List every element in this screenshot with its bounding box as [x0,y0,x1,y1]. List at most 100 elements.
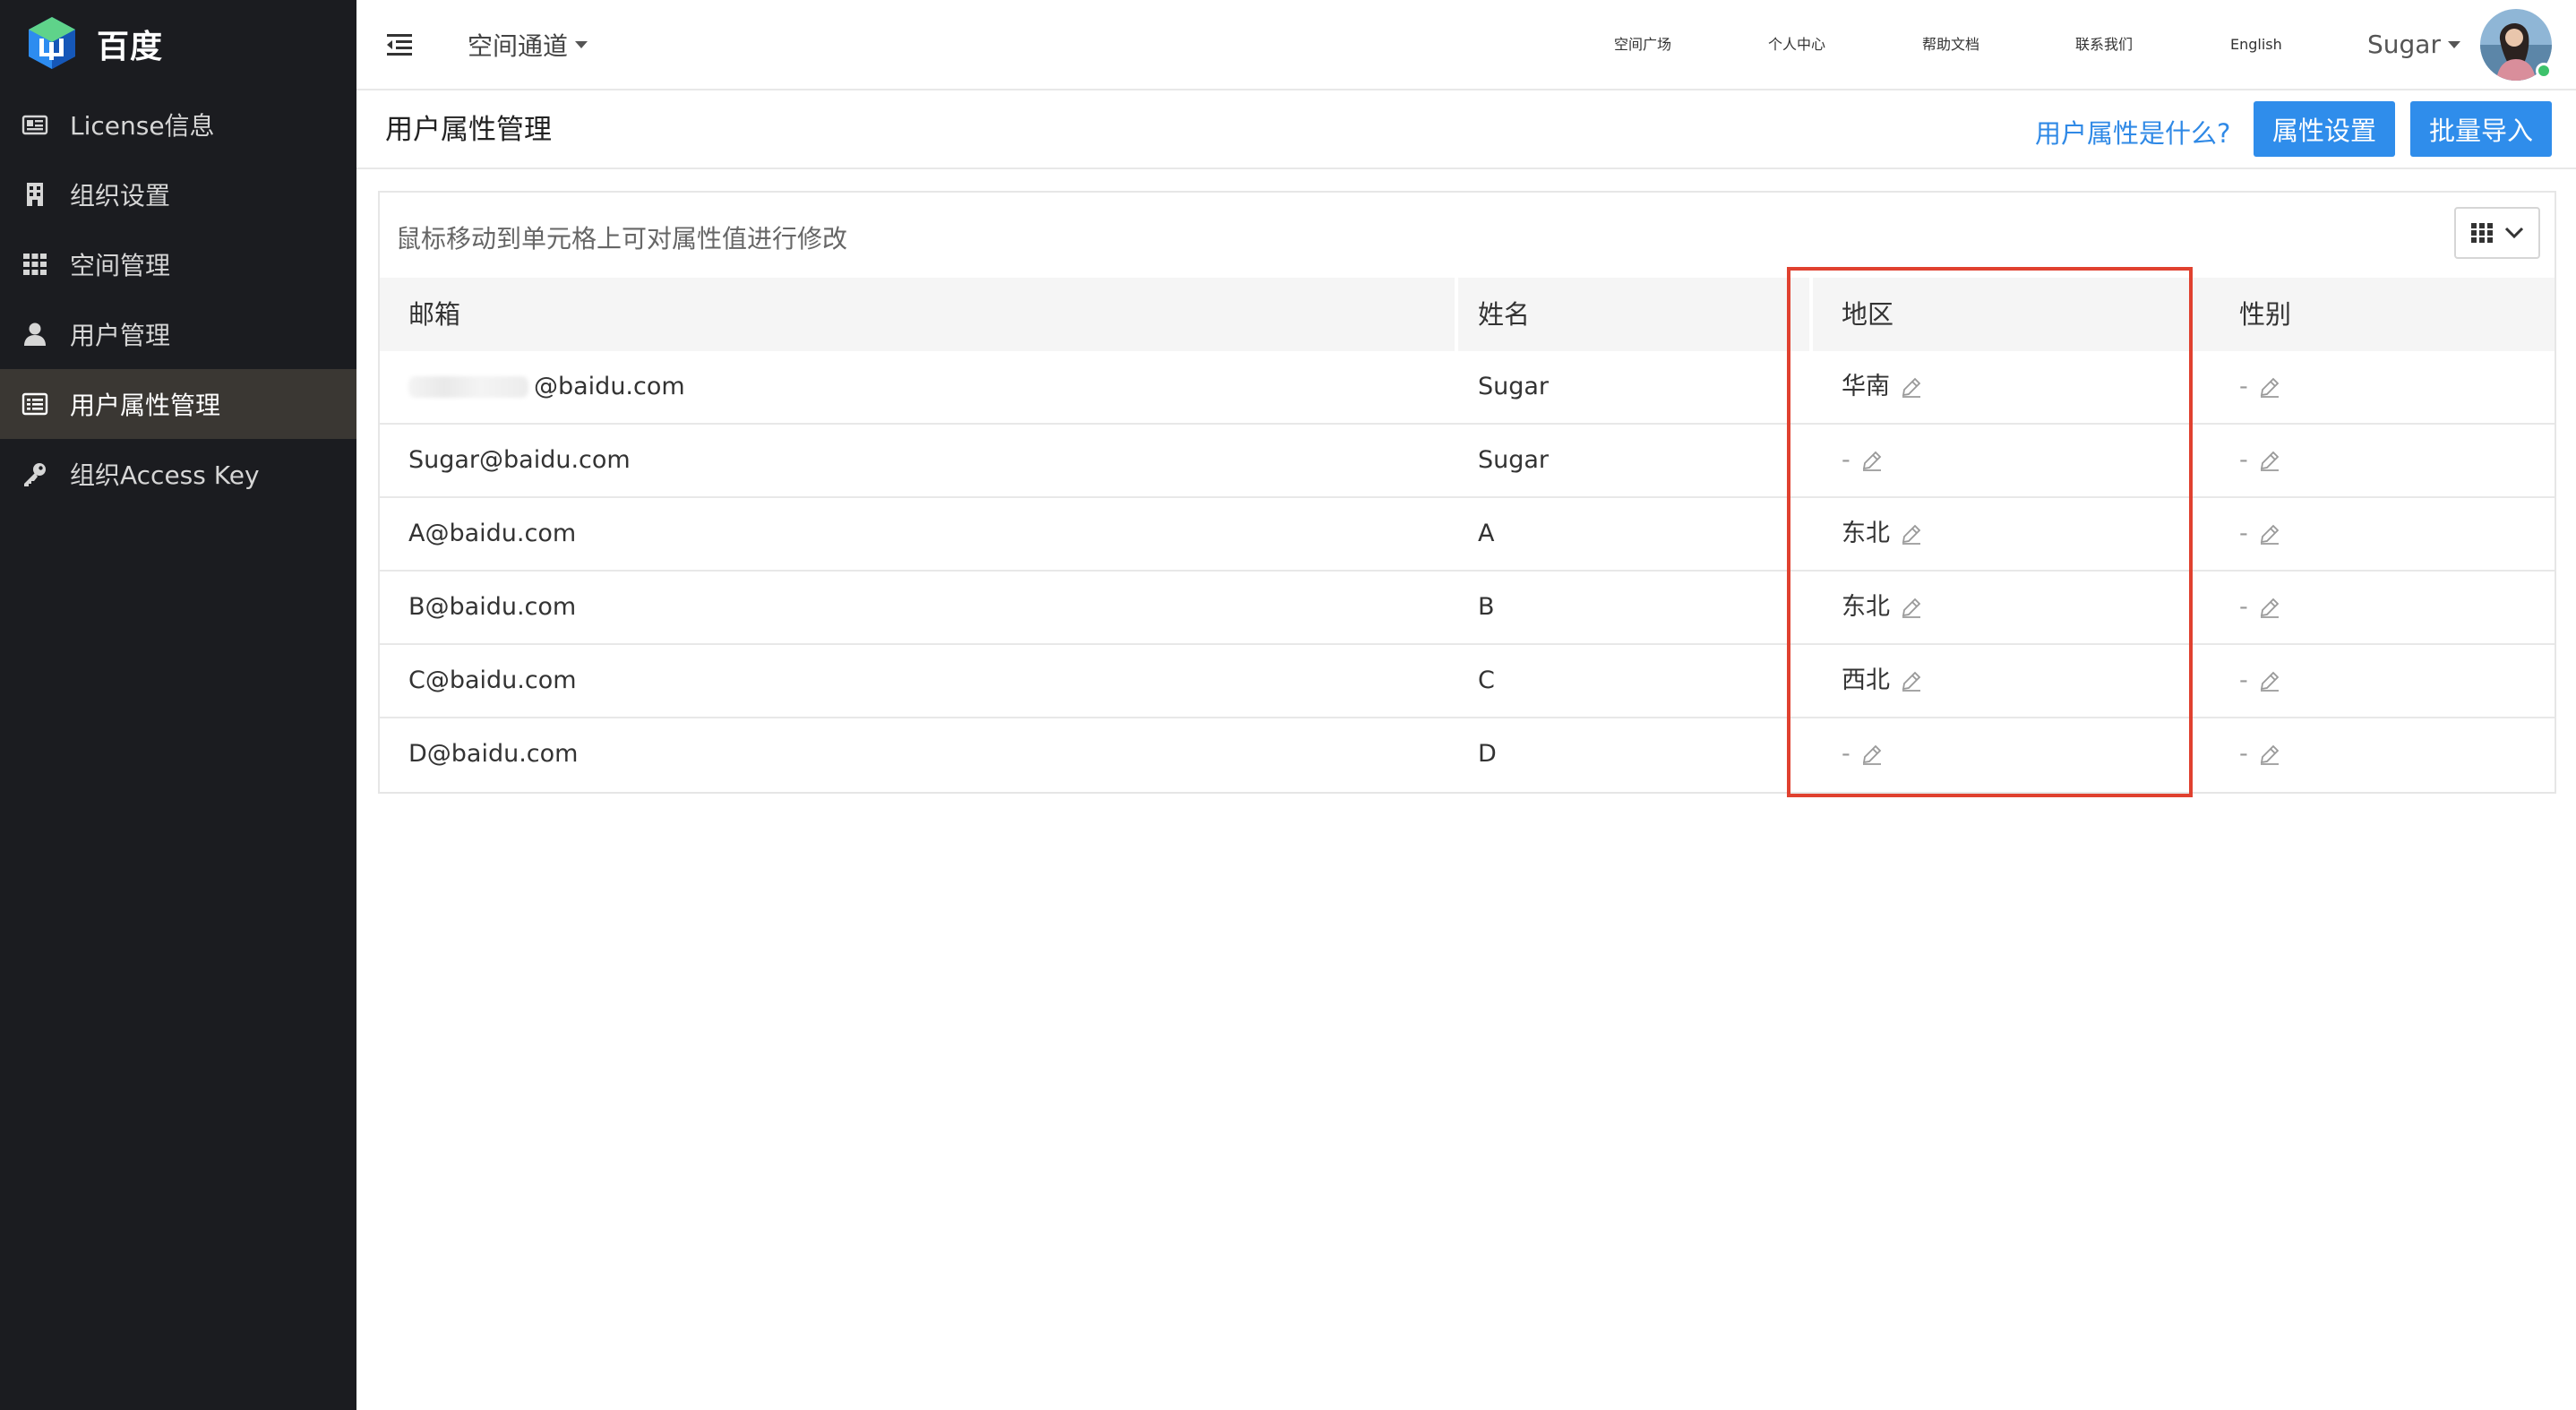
online-status-dot [2536,63,2552,79]
column-header-name[interactable]: 姓名 [1449,278,1782,351]
gender-value: - [2239,520,2248,547]
cell-name: Sugar [1478,446,1550,474]
sidebar-item-license[interactable]: License信息 [0,90,356,159]
cell-region[interactable]: - [1813,425,1885,496]
region-value: 西北 [1842,666,1890,694]
column-header-gender[interactable]: 性别 [2211,278,2555,351]
edit-pencil-icon[interactable] [2257,595,2282,620]
attribute-settings-button[interactable]: 属性设置 [2254,101,2395,157]
sidebar-item-user-management[interactable]: 用户管理 [0,299,356,369]
nav-contact-us[interactable]: 联系我们 [2075,27,2133,63]
brand-name: 百度 [97,29,164,65]
gender-value: - [2239,373,2248,400]
edit-pencil-icon[interactable] [2257,521,2282,546]
sidebar-item-org-settings[interactable]: 组织设置 [0,159,356,229]
edit-pencil-icon[interactable] [2257,742,2282,767]
edit-pencil-icon[interactable] [1859,742,1885,767]
cell-gender[interactable]: - [2211,351,2282,423]
sidebar-item-user-attributes[interactable]: 用户属性管理 [0,369,356,439]
edit-pencil-icon[interactable] [2257,668,2282,693]
key-icon [21,460,48,487]
cell-region[interactable]: 东北 [1813,572,1924,643]
edit-pencil-icon[interactable] [1899,595,1924,620]
user-menu-dropdown[interactable]: Sugar [2367,27,2460,63]
collapse-sidebar-icon[interactable] [383,29,416,61]
chevron-down-icon [2504,227,2524,239]
column-header-email[interactable]: 邮箱 [380,278,1455,351]
cell-region[interactable]: - [1813,718,1885,790]
caret-down-icon [2447,41,2460,48]
edit-pencil-icon[interactable] [1899,374,1924,400]
sidebar-item-label: License信息 [70,111,215,141]
column-toggle-button[interactable] [2454,207,2540,259]
page-header: 用户属性管理 用户属性是什么? 属性设置 批量导入 [356,92,2576,169]
region-value: 东北 [1842,593,1890,621]
user-name: Sugar [2367,30,2441,59]
cell-email: B@baidu.com [408,593,577,621]
table-row: D@baidu.com D - - [380,718,2555,792]
sidebar-item-space-management[interactable]: 空间管理 [0,229,356,299]
nav-language-english[interactable]: English [2230,27,2282,63]
cell-email: A@baidu.com [408,520,577,547]
table-row: Sugar@baidu.com Sugar - - [380,425,2555,498]
edit-pencil-icon[interactable] [2257,374,2282,400]
gender-value: - [2239,593,2248,621]
cell-region[interactable]: 华南 [1813,351,1924,423]
region-value: 东北 [1842,520,1890,547]
grid-icon [21,251,48,278]
edit-pencil-icon[interactable] [2257,448,2282,473]
region-value: - [1842,446,1850,474]
gender-value: - [2239,666,2248,694]
cell-email: D@baidu.com [408,740,579,768]
top-header: 空间通道 空间广场 个人中心 帮助文档 联系我们 English Sugar [356,0,2576,90]
table-row: B@baidu.com B 东北 - [380,572,2555,645]
table-row: @baidu.com Sugar 华南 - [380,351,2555,425]
table-row: C@baidu.com C 西北 - [380,645,2555,718]
baidu-logo-icon [25,15,79,73]
sidebar-item-label: 空间管理 [70,251,171,280]
brand[interactable]: 百度 [25,13,163,75]
id-card-icon [21,111,48,138]
table-header: 邮箱 姓名 地区 性别 [380,278,2555,351]
cell-region[interactable]: 东北 [1813,498,1924,570]
sidebar-item-label: 组织设置 [70,181,171,211]
sidebar-item-access-key[interactable]: 组织Access Key [0,439,356,509]
cell-name: Sugar [1478,373,1550,400]
edit-pencil-icon[interactable] [1899,521,1924,546]
space-channel-label: 空间通道 [468,31,569,61]
table-row: A@baidu.com A 东北 - [380,498,2555,572]
caret-down-icon [575,41,588,48]
building-icon [21,181,48,208]
gender-value: - [2239,740,2248,768]
cell-region[interactable]: 西北 [1813,645,1924,717]
nav-personal-center[interactable]: 个人中心 [1768,27,1825,63]
column-divider [2189,278,2193,351]
edit-hint-text: 鼠标移动到单元格上可对属性值进行修改 [396,224,848,254]
edit-pencil-icon[interactable] [1899,668,1924,693]
edit-pencil-icon[interactable] [1859,448,1885,473]
what-is-user-attribute-link[interactable]: 用户属性是什么? [2035,114,2230,153]
sidebar-item-label: 用户管理 [70,321,171,350]
sidebar-menu: License信息 组织设置 空间管理 用户管理 用户属性管理 组织Access… [0,90,356,509]
nav-help-docs[interactable]: 帮助文档 [1922,27,1979,63]
email-text: @baidu.com [534,373,685,400]
cell-gender[interactable]: - [2211,718,2282,790]
cell-name: A [1478,520,1495,547]
column-header-region[interactable]: 地区 [1813,278,2171,351]
space-channel-dropdown[interactable]: 空间通道 [468,27,588,63]
cell-gender[interactable]: - [2211,498,2282,570]
sidebar-item-label: 用户属性管理 [70,391,221,420]
sidebar-item-label: 组织Access Key [70,460,260,490]
nav-space-plaza[interactable]: 空间广场 [1614,27,1671,63]
cell-name: C [1478,666,1495,694]
batch-import-button[interactable]: 批量导入 [2410,101,2552,157]
cell-gender[interactable]: - [2211,645,2282,717]
cell-gender[interactable]: - [2211,425,2282,496]
sidebar: 百度 License信息 组织设置 空间管理 用户管理 用户属性管理 组织Acc… [0,0,356,1410]
cell-gender[interactable]: - [2211,572,2282,643]
region-value: 华南 [1842,373,1890,400]
list-icon [21,391,48,417]
cell-name: B [1478,593,1495,621]
cell-email: C@baidu.com [408,666,577,694]
user-icon [21,321,48,348]
